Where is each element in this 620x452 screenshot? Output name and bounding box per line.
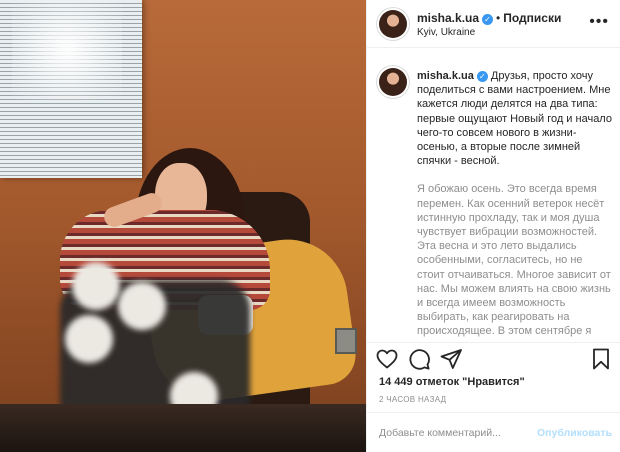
post-timestamp[interactable]: 2 ЧАСОВ НАЗАД	[379, 395, 446, 404]
post-actions-bar	[367, 342, 620, 374]
avatar[interactable]	[379, 10, 407, 38]
caption-username-link[interactable]: misha.k.ua	[417, 70, 474, 82]
photo-floor	[0, 404, 366, 452]
post-photo[interactable]	[0, 0, 366, 452]
photo-skate-wheel	[65, 315, 113, 363]
location-link[interactable]: Kyiv, Ukraine	[417, 27, 475, 38]
post-header: misha.k.ua ✓ • Подписки Kyiv, Ukraine •••	[367, 0, 620, 48]
bookmark-icon[interactable]	[589, 347, 613, 371]
photo-wall-outlet	[335, 328, 357, 354]
comment-bar: Опубликовать	[367, 412, 620, 452]
header-name-line: misha.k.ua ✓ • Подписки	[417, 11, 561, 25]
photo-skate-wheel	[72, 262, 120, 310]
avatar[interactable]	[379, 68, 407, 96]
follow-button[interactable]: Подписки	[503, 11, 561, 25]
caption-paragraph-2: Я обожаю осень. Это всегда время перемен…	[417, 183, 611, 340]
verified-check-icon: ✓	[482, 14, 494, 25]
comment-bubble-icon[interactable]	[407, 347, 431, 371]
publish-comment-button[interactable]: Опубликовать	[537, 427, 612, 439]
ellipsis-icon[interactable]: •••	[589, 13, 609, 31]
likes-count[interactable]: 14 449 отметок "Нравится"	[379, 376, 525, 388]
caption-paragraph-1-text: Друзья, просто хочу поделиться с вами на…	[417, 70, 612, 168]
paper-plane-icon[interactable]	[439, 347, 463, 371]
comment-input[interactable]	[379, 425, 529, 441]
separator-dot: •	[496, 11, 501, 25]
photo-skate-wheel	[118, 282, 166, 330]
username-link[interactable]: misha.k.ua	[417, 11, 479, 25]
caption-paragraph-1: misha.k.ua ✓ Друзья, просто хочу поделить…	[417, 69, 613, 168]
heart-icon[interactable]	[375, 347, 399, 371]
caption-text: misha.k.ua ✓ Друзья, просто хочу поделить…	[417, 69, 613, 340]
caption-area: misha.k.ua ✓ Друзья, просто хочу поделить…	[367, 58, 620, 340]
post-side-panel: misha.k.ua ✓ • Подписки Kyiv, Ukraine ••• m…	[366, 0, 620, 452]
photo-window-blinds	[0, 0, 142, 178]
verified-check-icon: ✓	[476, 71, 488, 82]
